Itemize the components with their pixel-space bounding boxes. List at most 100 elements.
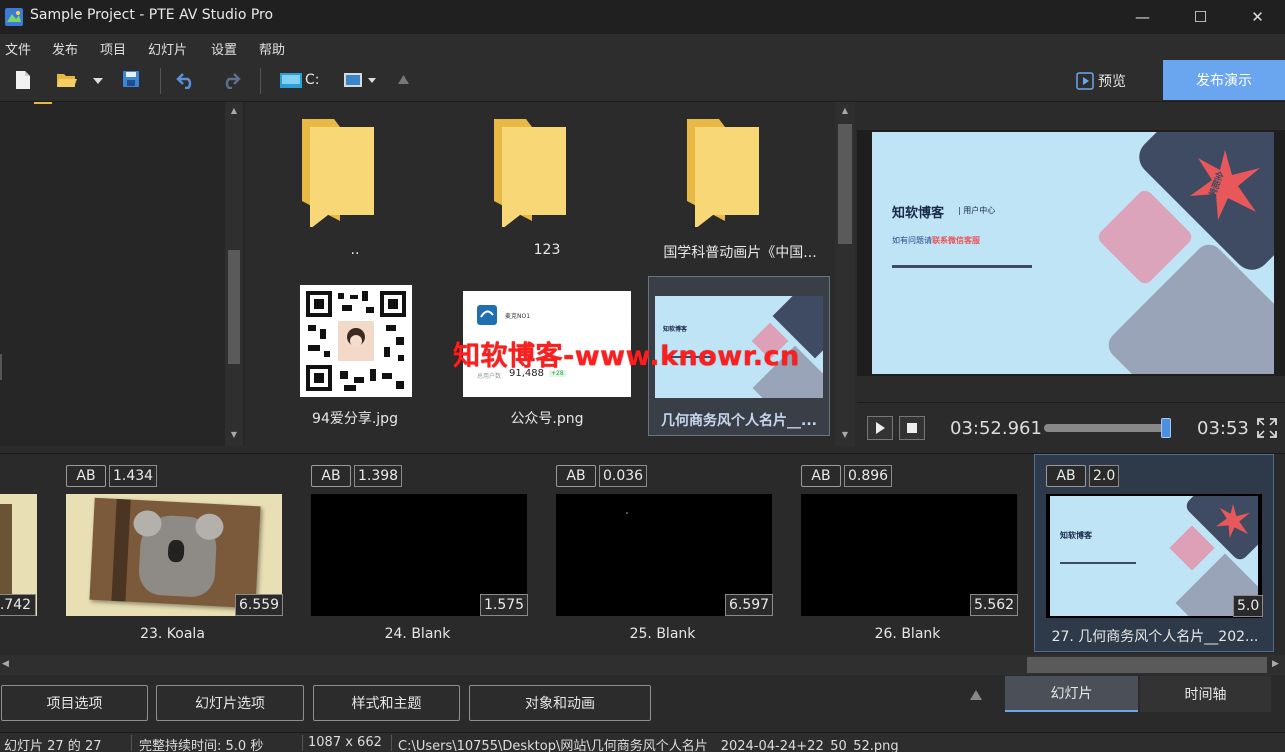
star-icon — [1216, 504, 1250, 538]
slide-duration[interactable]: 5.562 — [970, 594, 1019, 616]
transition-duration[interactable]: 2.0 — [1089, 465, 1120, 487]
new-file-icon[interactable] — [14, 70, 32, 90]
folder-icon — [687, 119, 759, 227]
save-icon[interactable] — [122, 70, 140, 88]
tab-timeline[interactable]: 时间轴 — [1140, 676, 1271, 712]
folder-item[interactable]: 123 — [457, 112, 637, 272]
title-bar: Sample Project - PTE AV Studio Pro — ☐ ✕ — [0, 0, 1285, 34]
seek-thumb[interactable] — [1160, 418, 1171, 438]
browser-scrollbar[interactable]: ▲ ▼ — [835, 102, 855, 446]
ab-badge[interactable]: AB — [66, 465, 106, 487]
seek-fill — [1044, 424, 1166, 432]
menu-slide[interactable]: 幻灯片 — [148, 39, 187, 58]
styles-themes-button[interactable]: 样式和主题 — [313, 685, 460, 721]
project-options-button[interactable]: 项目选项 — [1, 685, 148, 721]
slide-duration[interactable]: 5.0 — [1233, 595, 1264, 617]
slide-options-button[interactable]: 幻灯片选项 — [156, 685, 304, 721]
scroll-down-icon[interactable]: ▼ — [225, 430, 243, 439]
avatar — [477, 305, 497, 325]
undo-icon[interactable] — [176, 71, 196, 89]
up-arrow-icon[interactable] — [398, 75, 409, 84]
slide-item-selected[interactable]: AB 2.0 知软博客 5.0 27. 几何商务风个人名片__202... — [1034, 454, 1274, 652]
stop-button[interactable] — [899, 416, 925, 440]
seek-bar[interactable] — [1044, 418, 1171, 438]
viewer-divider — [857, 402, 1285, 403]
tree-scroll-thumb[interactable] — [228, 250, 240, 364]
slide-duration[interactable]: 1.575 — [480, 594, 529, 616]
stop-icon — [907, 423, 917, 433]
slide-item[interactable]: AB 1.434 6.559 23. Koala — [50, 454, 295, 652]
status-file-path: C:\Users\10755\Desktop\网站\几何商务风个人名片__202… — [398, 739, 899, 752]
bottom-bar: 项目选项 幻灯片选项 样式和主题 对象和动画 幻灯片 时间轴 — [0, 676, 1285, 732]
file-item[interactable]: 94爱分享.jpg — [265, 278, 445, 438]
transition-duration[interactable]: 1.434 — [109, 465, 158, 487]
status-full-duration: 完整持续时间: 5.0 秒 — [139, 739, 264, 752]
card-pink-diamond — [1169, 525, 1215, 571]
star-icon — [1190, 150, 1260, 220]
app-window: Sample Project - PTE AV Studio Pro — ☐ ✕… — [0, 0, 1285, 752]
slide-item[interactable]: AB 0.036 6.597 25. Blank — [540, 454, 785, 652]
folder-item[interactable]: .. — [265, 112, 445, 272]
slide-duration[interactable]: 6.559 — [235, 594, 284, 616]
scroll-up-icon[interactable]: ▲ — [835, 106, 855, 115]
maximize-button[interactable]: ☐ — [1173, 0, 1228, 34]
menu-file[interactable]: 文件 — [5, 39, 31, 58]
menu-project[interactable]: 项目 — [100, 39, 126, 58]
slide-item[interactable]: AB 1.398 1.575 24. Blank — [295, 454, 540, 652]
folder-item[interactable]: 国学科普动画片《中国... — [650, 112, 830, 272]
dropdown-arrow-icon[interactable] — [93, 78, 103, 84]
scroll-left-icon[interactable]: ◀ — [2, 659, 9, 669]
preview-slide: 全能客服 知软博客 | 用户中心 如有问题请 联系微信客服 — [872, 132, 1274, 374]
transition-duration[interactable]: 0.036 — [599, 465, 648, 487]
scroll-down-icon[interactable]: ▼ — [835, 430, 855, 439]
preview-button[interactable]: 预览 — [1066, 68, 1136, 94]
file-name: 国学科普动画片《中国... — [663, 245, 817, 261]
slide-caption: 26. Blank — [874, 626, 941, 642]
slide-item[interactable]: AB 0.896 5.562 26. Blank — [785, 454, 1030, 652]
play-icon — [876, 422, 885, 434]
toolbar-separator — [260, 68, 261, 94]
close-button[interactable]: ✕ — [1230, 0, 1285, 34]
scroll-up-icon[interactable]: ▲ — [225, 106, 243, 115]
publish-button[interactable]: 发布演示 — [1163, 60, 1285, 100]
fullscreen-icon[interactable] — [1257, 418, 1277, 438]
minimize-button[interactable]: — — [1115, 0, 1170, 34]
slide-duration[interactable]: 6.597 — [725, 594, 774, 616]
transition-duration[interactable]: 0.896 — [844, 465, 893, 487]
status-separator — [131, 735, 132, 751]
tree-scrollbar[interactable]: ▲ ▼ — [225, 102, 243, 446]
tree-splitter[interactable] — [0, 354, 2, 380]
ab-badge[interactable]: AB — [1046, 465, 1086, 487]
menu-settings[interactable]: 设置 — [211, 39, 237, 58]
partial-slide-thumb[interactable]: 7.742 — [0, 494, 37, 616]
tab-slides[interactable]: 幻灯片 — [1005, 676, 1138, 712]
menu-publish[interactable]: 发布 — [52, 39, 78, 58]
scroll-right-icon[interactable]: ▶ — [1272, 659, 1279, 669]
file-name: 94爱分享.jpg — [312, 411, 398, 427]
slide-list-scroll-thumb[interactable] — [1027, 657, 1267, 673]
play-button[interactable] — [867, 416, 893, 440]
slide-list-scrollbar[interactable]: ◀ ▶ — [0, 655, 1285, 675]
redo-icon[interactable] — [221, 71, 241, 89]
browser-scroll-thumb[interactable] — [838, 124, 852, 244]
file-name: 几何商务风个人名片__... — [661, 413, 817, 429]
folder-icon — [302, 119, 374, 227]
drive-label[interactable]: C: — [305, 72, 320, 88]
folder-tree[interactable]: ▲ ▼ — [0, 102, 245, 446]
menu-bar: 文件 发布 项目 幻灯片 设置 帮助 — [0, 34, 1285, 60]
koala-ear — [194, 513, 225, 541]
ab-badge[interactable]: AB — [801, 465, 841, 487]
menu-help[interactable]: 帮助 — [259, 39, 285, 58]
watermark-text: 知软博客-www.knowr.cn — [453, 341, 800, 372]
transition-duration[interactable]: 1.398 — [354, 465, 403, 487]
drive-icon[interactable] — [280, 73, 302, 88]
open-folder-icon[interactable] — [56, 71, 78, 89]
ab-badge[interactable]: AB — [311, 465, 351, 487]
window-title: Sample Project - PTE AV Studio Pro — [30, 7, 274, 23]
ab-badge[interactable]: AB — [556, 465, 596, 487]
objects-animation-button[interactable]: 对象和动画 — [469, 685, 651, 721]
collapse-up-icon[interactable] — [970, 690, 982, 700]
view-mode-icon[interactable] — [344, 72, 376, 88]
status-dimensions: 1087 x 662 — [308, 735, 382, 750]
slide-duration[interactable]: 7.742 — [0, 594, 36, 616]
